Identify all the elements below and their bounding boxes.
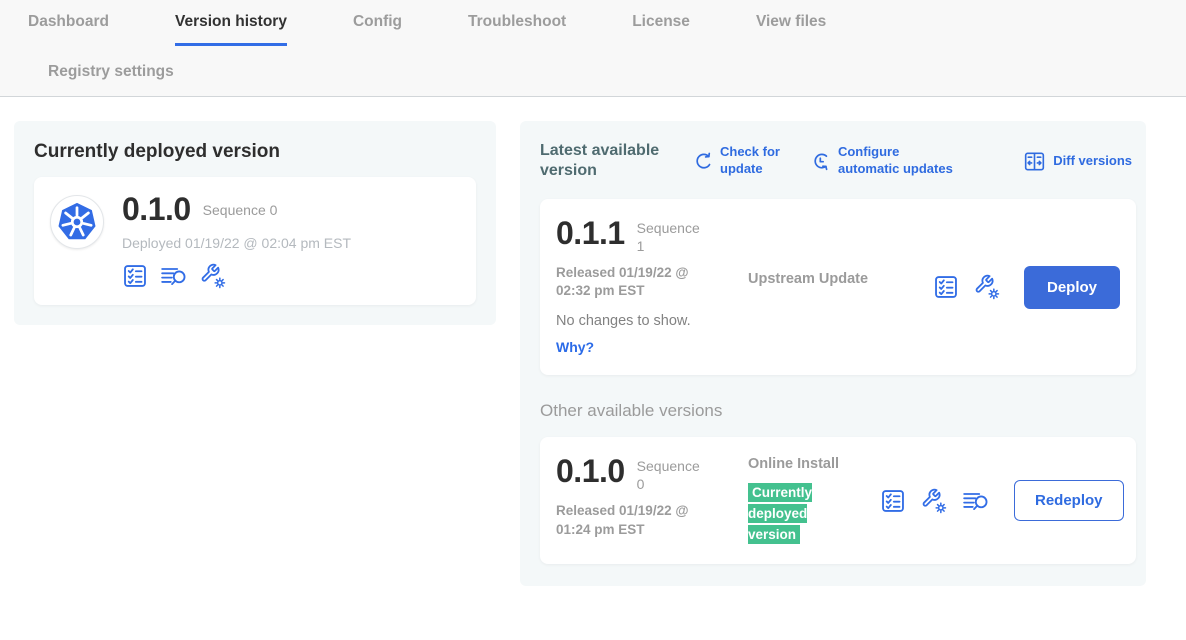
tab-version-history[interactable]: Version history (175, 0, 287, 46)
other-sequence-label: Sequence 0 (637, 458, 709, 493)
deployed-version-card: 0.1.0 Sequence 0 Deployed 01/19/22 @ 02:… (34, 177, 476, 305)
primary-tab-bar: Dashboard Version history Config Trouble… (0, 0, 1186, 48)
latest-version-number: 0.1.1 (556, 217, 625, 251)
config-wrench-icon[interactable] (200, 263, 226, 289)
deploy-button[interactable]: Deploy (1024, 266, 1120, 309)
currently-deployed-badge: Currently deployed version (748, 483, 824, 546)
redeploy-button[interactable]: Redeploy (1014, 480, 1124, 521)
tab-troubleshoot[interactable]: Troubleshoot (468, 0, 566, 46)
configure-automatic-updates-link[interactable]: Configure automatic updates (810, 144, 953, 178)
preflight-checks-icon[interactable] (122, 263, 148, 289)
deployed-timestamp: Deployed 01/19/22 @ 02:04 pm EST (122, 235, 351, 251)
page-content: Currently deployed version (0, 97, 1186, 586)
tab-config[interactable]: Config (353, 0, 402, 46)
kubernetes-logo-icon (55, 200, 99, 244)
latest-sequence-label: Sequence 1 (637, 220, 709, 255)
tab-registry-settings[interactable]: Registry settings (48, 63, 174, 81)
refresh-icon (692, 151, 713, 172)
secondary-tab-bar: Registry settings (0, 48, 1186, 96)
no-changes-text: No changes to show. (556, 313, 748, 329)
currently-deployed-panel: Currently deployed version (14, 121, 496, 325)
other-version-number: 0.1.0 (556, 455, 625, 489)
clock-refresh-icon (810, 151, 831, 172)
deployed-version-number: 0.1.0 (122, 193, 191, 227)
deployed-version-info: 0.1.0 Sequence 0 Deployed 01/19/22 @ 02:… (122, 193, 351, 289)
tab-dashboard[interactable]: Dashboard (28, 0, 109, 46)
other-available-versions-title: Other available versions (540, 401, 1136, 421)
deployed-sequence-label: Sequence 0 (203, 202, 278, 218)
config-wrench-icon[interactable] (921, 488, 947, 514)
diff-icon (1023, 150, 1046, 173)
preflight-checks-icon[interactable] (880, 488, 906, 514)
release-notes-icon[interactable] (160, 263, 188, 289)
latest-available-title: Latest available version (540, 141, 692, 181)
why-link[interactable]: Why? (556, 339, 594, 355)
currently-deployed-title: Currently deployed version (34, 141, 476, 163)
other-released-timestamp: Released 01/19/22 @ 01:24 pm EST (556, 502, 708, 538)
top-nav: Dashboard Version history Config Trouble… (0, 0, 1186, 97)
latest-released-timestamp: Released 01/19/22 @ 02:32 pm EST (556, 264, 708, 300)
latest-source-label: Upstream Update (748, 217, 880, 289)
release-notes-icon[interactable] (962, 488, 990, 514)
other-source-label: Online Install (748, 455, 880, 474)
preflight-checks-icon[interactable] (933, 274, 959, 300)
check-for-update-link[interactable]: Check for update (692, 144, 780, 178)
tab-view-files[interactable]: View files (756, 0, 826, 46)
other-version-card: 0.1.0 Sequence 0 Released 01/19/22 @ 01:… (540, 437, 1136, 564)
version-actions: Check for update Configure auto (692, 144, 1132, 178)
latest-version-card: 0.1.1 Sequence 1 Released 01/19/22 @ 02:… (540, 199, 1136, 375)
config-wrench-icon[interactable] (974, 274, 1000, 300)
app-logo (50, 195, 104, 249)
tab-license[interactable]: License (632, 0, 690, 46)
available-versions-panel: Latest available version Check for updat… (520, 121, 1146, 586)
diff-versions-link[interactable]: Diff versions (1023, 150, 1132, 173)
